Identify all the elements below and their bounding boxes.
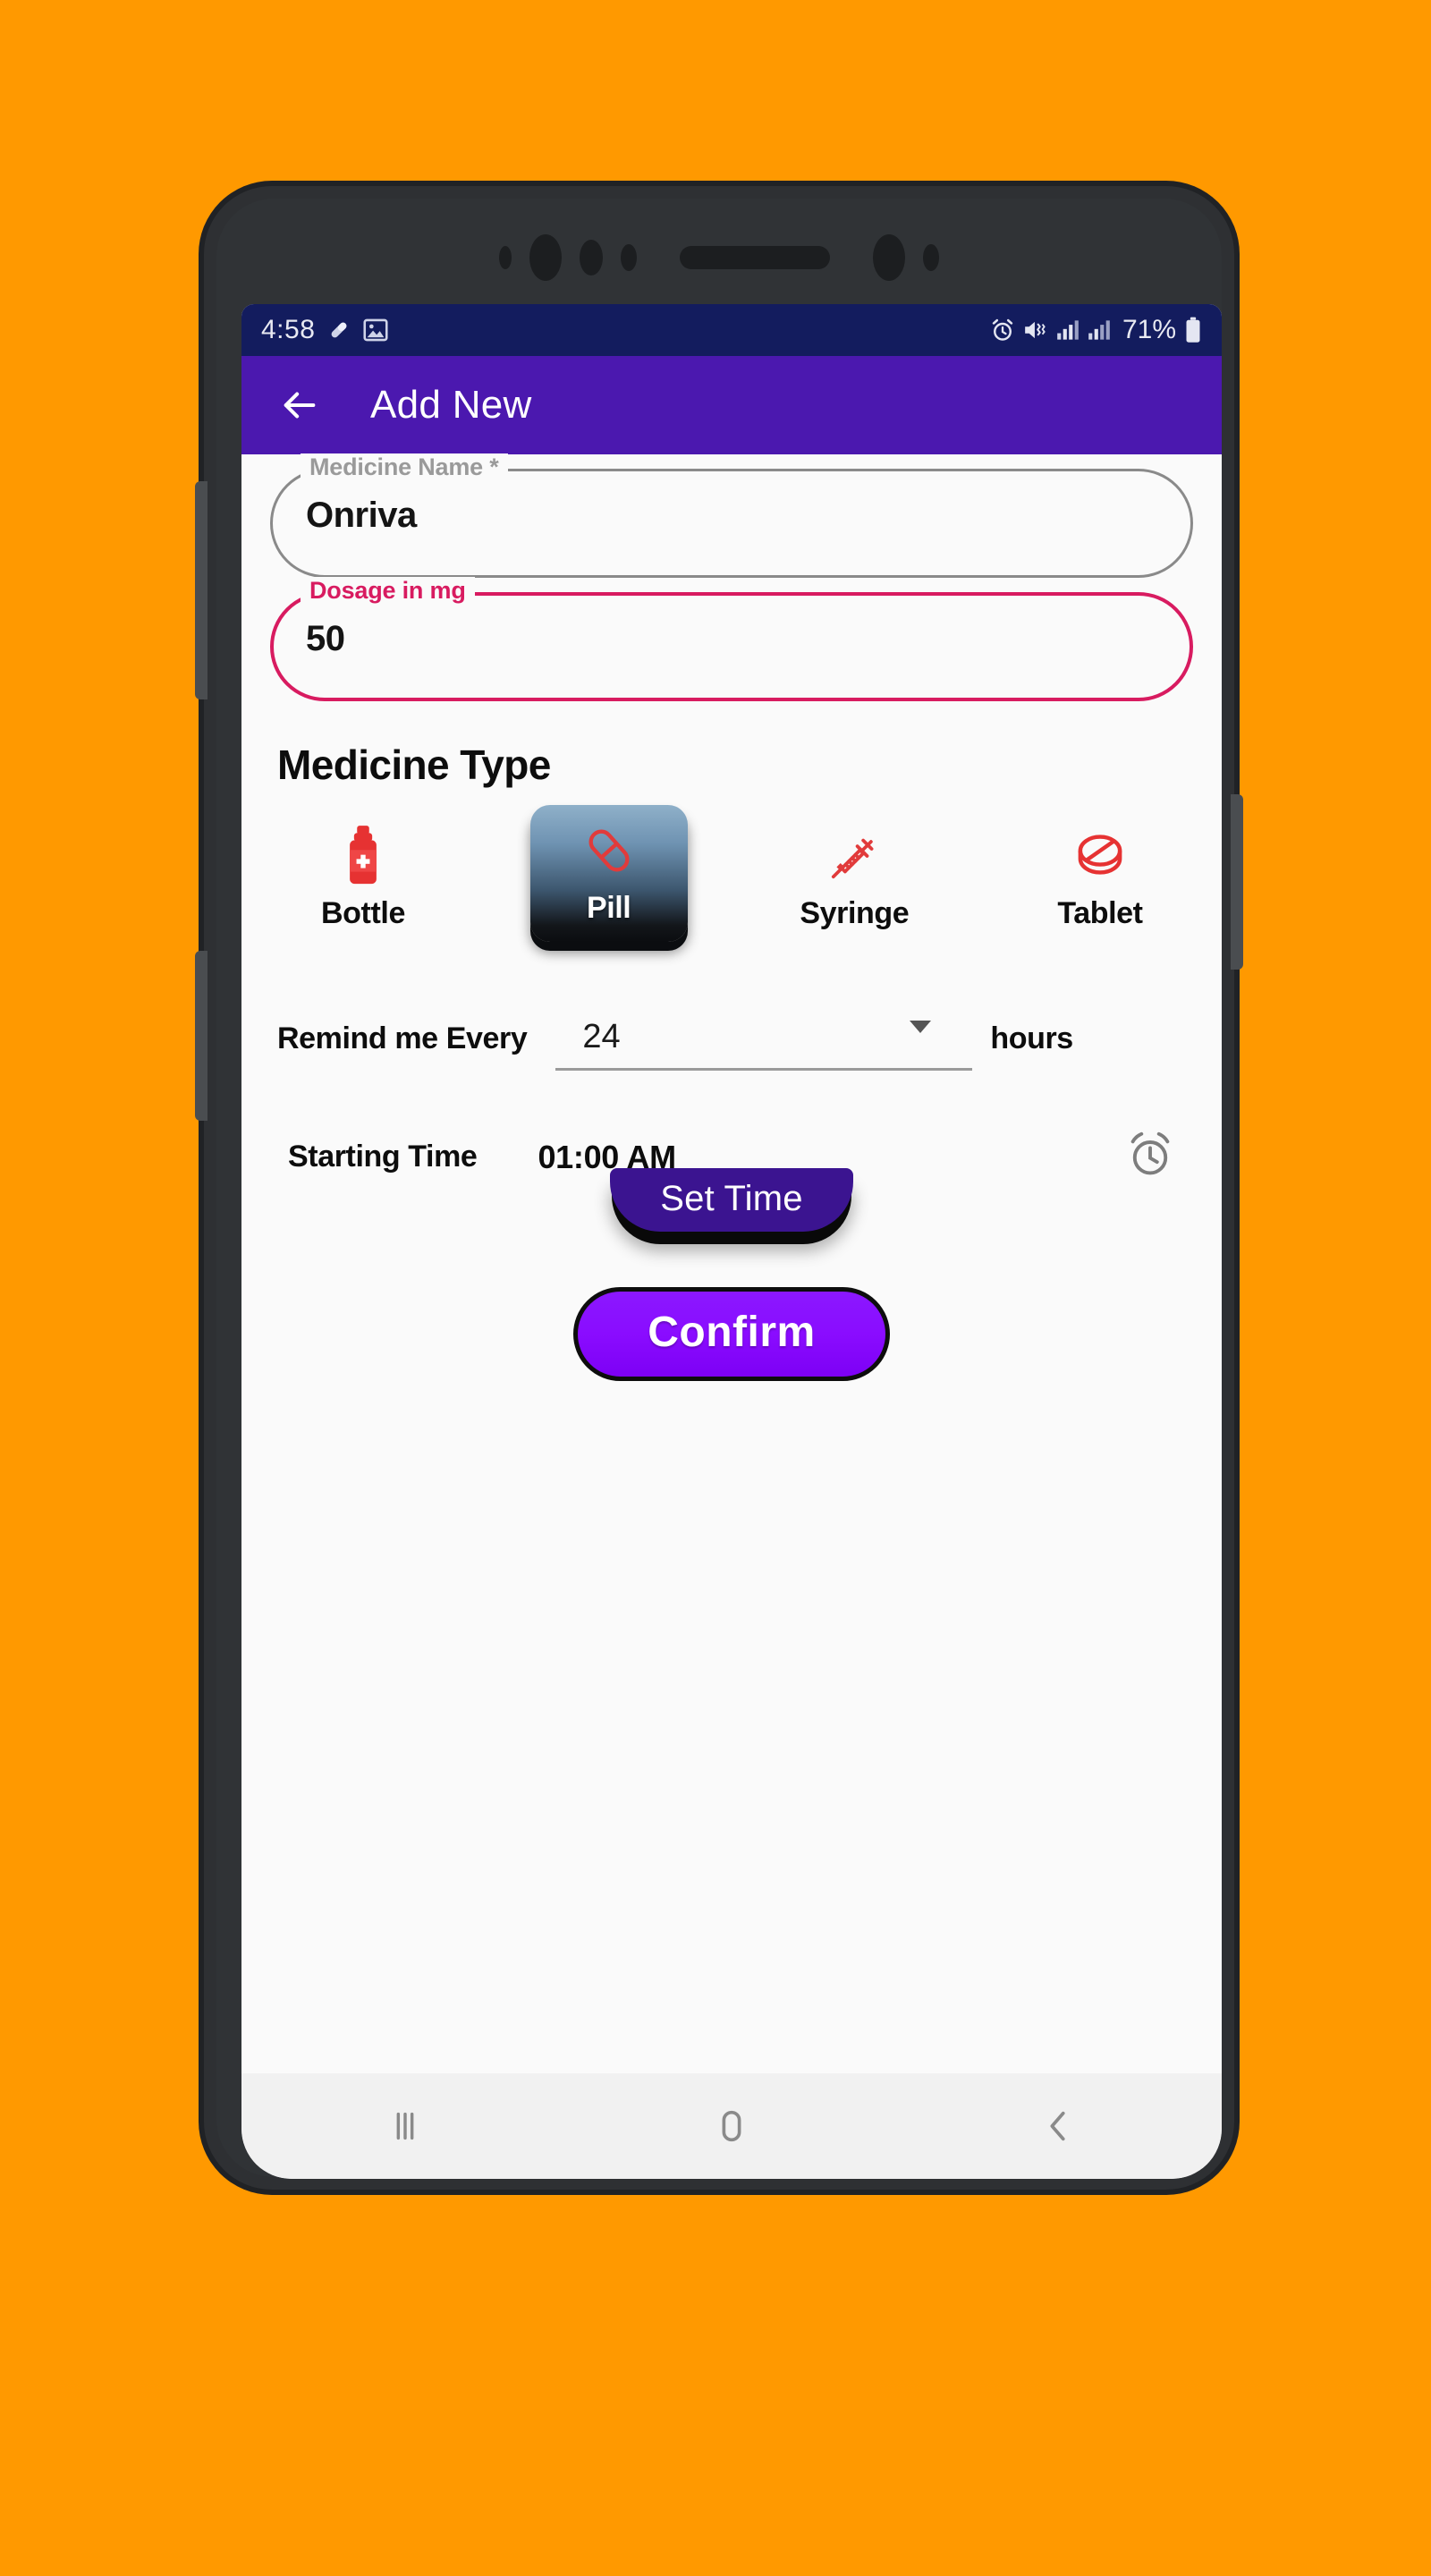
signal-icon-1 bbox=[1057, 320, 1079, 340]
bottle-icon bbox=[343, 825, 384, 887]
set-time-button[interactable]: Set Time bbox=[610, 1168, 853, 1232]
medicine-name-input[interactable]: Onriva bbox=[306, 496, 417, 536]
tablet-icon bbox=[1072, 825, 1128, 887]
medicine-type-label: Syringe bbox=[800, 896, 910, 930]
medicine-type-label: Tablet bbox=[1057, 896, 1143, 930]
remind-row: Remind me Every 24 hours bbox=[277, 1006, 1222, 1071]
phone-screen: 4:58 71% Add New Medicine Name * Onriva … bbox=[241, 304, 1222, 2179]
system-nav-bar bbox=[241, 2073, 1222, 2179]
remind-interval-dropdown[interactable]: 24 bbox=[555, 1006, 973, 1071]
medicine-type-option-bottle[interactable]: Bottle bbox=[284, 816, 442, 942]
hours-label: hours bbox=[990, 1021, 1073, 1055]
app-bar: Add New bbox=[241, 356, 1222, 454]
front-camera-icon bbox=[529, 234, 562, 281]
set-time-wrap: Set Time bbox=[241, 1168, 1222, 1232]
pill-icon bbox=[583, 819, 635, 882]
back-arrow-icon[interactable] bbox=[279, 385, 320, 426]
pill-notification-icon bbox=[332, 322, 347, 338]
volume-button[interactable] bbox=[195, 481, 207, 699]
alarm-icon bbox=[992, 318, 1013, 341]
medicine-type-option-tablet[interactable]: Tablet bbox=[1021, 816, 1179, 942]
assistant-button[interactable] bbox=[195, 951, 207, 1121]
medicine-name-label: Medicine Name * bbox=[301, 453, 508, 481]
signal-icon-2 bbox=[1088, 320, 1110, 340]
dosage-outline bbox=[270, 592, 1193, 701]
dosage-input[interactable]: 50 bbox=[306, 619, 345, 659]
image-icon bbox=[363, 318, 388, 342]
home-icon[interactable] bbox=[678, 2090, 785, 2162]
iris-sensor-icon bbox=[923, 244, 939, 271]
battery-icon bbox=[1186, 317, 1200, 343]
confirm-button[interactable]: Confirm bbox=[573, 1287, 890, 1381]
secondary-camera-icon bbox=[873, 234, 905, 281]
remind-interval-value: 24 bbox=[582, 1018, 621, 1055]
remind-label: Remind me Every bbox=[277, 1021, 528, 1055]
medicine-type-option-syringe[interactable]: Syringe bbox=[775, 816, 933, 942]
dosage-field[interactable]: Dosage in mg 50 bbox=[270, 577, 1193, 701]
confirm-wrap: Confirm bbox=[241, 1287, 1222, 1381]
sensor-row bbox=[216, 233, 1222, 283]
medicine-name-field[interactable]: Medicine Name * Onriva bbox=[270, 453, 1193, 578]
light-sensor-icon bbox=[621, 244, 637, 271]
proximity-sensor-icon bbox=[580, 240, 603, 275]
form-content: Medicine Name * Onriva Dosage in mg 50 M… bbox=[241, 453, 1222, 2088]
syringe-icon bbox=[828, 825, 880, 887]
power-button[interactable] bbox=[1231, 794, 1243, 970]
sensor-dot-icon bbox=[499, 246, 512, 269]
chevron-down-icon bbox=[910, 1021, 932, 1033]
medicine-type-option-pill[interactable]: Pill bbox=[529, 805, 688, 942]
medicine-type-options: Bottle Pill Syringe Tablet bbox=[284, 805, 1179, 942]
battery-percent: 71% bbox=[1122, 315, 1176, 344]
back-icon[interactable] bbox=[1004, 2090, 1112, 2162]
phone-bezel: 4:58 71% Add New Medicine Name * Onriva … bbox=[216, 199, 1222, 2179]
recents-icon[interactable] bbox=[351, 2090, 459, 2162]
status-bar: 4:58 71% bbox=[241, 304, 1222, 356]
status-time: 4:58 bbox=[261, 315, 316, 344]
mute-vibrate-icon bbox=[1025, 321, 1046, 339]
dosage-label: Dosage in mg bbox=[301, 577, 475, 605]
medicine-type-label: Bottle bbox=[321, 896, 405, 930]
phone-frame: 4:58 71% Add New Medicine Name * Onriva … bbox=[195, 186, 1243, 2190]
medicine-type-label: Pill bbox=[586, 891, 631, 925]
page-title: Add New bbox=[370, 383, 532, 427]
medicine-type-heading: Medicine Type bbox=[277, 741, 551, 788]
earpiece-speaker bbox=[680, 246, 830, 269]
